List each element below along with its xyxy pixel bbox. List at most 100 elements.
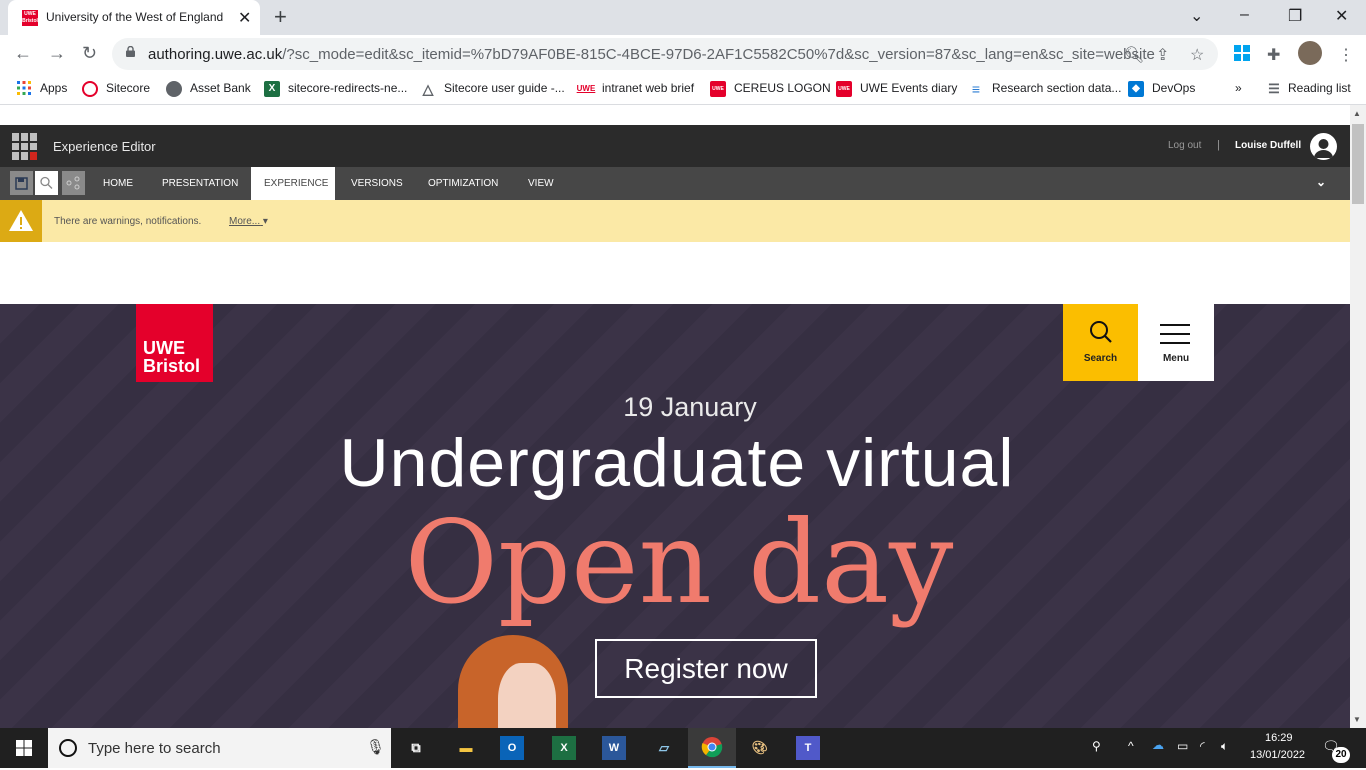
warning-text: There are warnings, notifications. — [54, 216, 202, 227]
taskbar-search-box[interactable]: Type here to search 🎙︎ — [48, 728, 391, 768]
back-icon[interactable]: ← — [14, 43, 32, 64]
chevron-down-icon[interactable]: ⌄ — [1316, 175, 1326, 189]
bookmark-label: Sitecore user guide -... — [444, 81, 565, 96]
bookmark-label: intranet web brief — [602, 81, 695, 96]
teams-icon[interactable]: T — [796, 736, 820, 760]
bookmark-sitecore-redirects[interactable]: Xsitecore-redirects-ne... — [264, 81, 407, 97]
more-link[interactable]: More... ▾ — [229, 216, 268, 227]
open-day-title: Open day — [404, 496, 954, 629]
tab-presentation[interactable]: PRESENTATION — [149, 167, 251, 200]
uwe-favicon-icon: UWE Bristol — [22, 10, 38, 26]
bookmark-sitecore-user-guide[interactable]: △ Sitecore user guide -... — [420, 81, 565, 97]
reload-icon[interactable]: ↻ — [82, 43, 97, 64]
restore-button[interactable]: ❐ — [1288, 6, 1302, 26]
logo-line-1: UWE — [143, 338, 185, 358]
save-icon[interactable] — [10, 171, 33, 195]
scroll-down-icon[interactable]: ▼ — [1353, 715, 1361, 724]
reading-list-button[interactable]: ☰ Reading list — [1266, 81, 1351, 97]
bookmark-uwe-events-diary[interactable]: UWE UWE Events diary — [836, 81, 957, 97]
tab-view[interactable]: VIEW — [515, 167, 567, 200]
uwe-bristol-logo[interactable]: UWE Bristol — [136, 304, 213, 382]
address-bar[interactable]: authoring.uwe.ac.uk/?sc_mode=edit&sc_ite… — [112, 38, 1218, 70]
bookmarks-bar: Apps Sitecore Asset Bank Xsitecore-redir… — [0, 73, 1366, 105]
search-label: Search — [1083, 353, 1118, 364]
bookmark-cereus-logon[interactable]: UWE CEREUS LOGON — [710, 81, 831, 97]
bookmark-sitecore[interactable]: Sitecore — [82, 81, 150, 97]
scroll-up-icon[interactable]: ▲ — [1353, 109, 1361, 118]
windows-logo-icon — [16, 740, 32, 756]
browser-tab[interactable]: UWE Bristol University of the West of Eng… — [8, 0, 260, 35]
tab-home[interactable]: HOME — [90, 167, 146, 200]
tab-versions[interactable]: VERSIONS — [338, 167, 416, 200]
notepad-icon[interactable]: ▱ — [648, 732, 680, 764]
forward-icon[interactable]: → — [48, 43, 66, 64]
paint-icon[interactable]: 🎨︎ — [744, 732, 776, 764]
globe-icon — [166, 81, 182, 97]
uwe-icon: UWE — [576, 84, 596, 93]
log-out-link[interactable]: Log out — [1168, 140, 1201, 151]
uwe-bristol-icon: UWE — [710, 81, 726, 97]
onedrive-icon[interactable]: ☁ — [1152, 738, 1164, 752]
bookmark-intranet-web-brief[interactable]: UWE intranet web brief — [576, 81, 694, 97]
windows-taskbar: Type here to search 🎙︎ ⧉ ▬ O X W ▱ 🎨︎ T … — [0, 728, 1366, 768]
bookmark-label: Apps — [40, 81, 68, 96]
search-icon[interactable] — [35, 171, 58, 195]
chevron-up-icon[interactable]: ^ — [1128, 739, 1134, 753]
clock-time[interactable]: 16:29 — [1265, 732, 1293, 744]
azure-devops-icon: ◆ — [1128, 81, 1144, 97]
people-icon[interactable]: ⚲ — [1092, 739, 1101, 753]
new-tab-button[interactable]: + — [274, 4, 287, 30]
word-icon[interactable]: W — [602, 736, 626, 760]
outlook-icon[interactable]: O — [500, 736, 524, 760]
file-explorer-icon[interactable]: ▬ — [450, 732, 482, 764]
warning-icon — [0, 200, 42, 242]
bookmark-devops[interactable]: ◆ DevOps — [1128, 81, 1195, 97]
clock-date[interactable]: 13/01/2022 — [1250, 749, 1305, 761]
taskbar-search-placeholder: Type here to search — [88, 740, 221, 757]
windows-extension-icon[interactable] — [1234, 45, 1250, 66]
chrome-menu-icon[interactable]: ⋮ — [1338, 45, 1354, 65]
scrollbar-thumb[interactable] — [1352, 124, 1364, 204]
excel-icon: X — [264, 81, 280, 97]
hamburger-icon — [1160, 324, 1190, 344]
tab-experience[interactable]: EXPERIENCE — [251, 167, 335, 200]
headline: Undergraduate virtual — [339, 425, 1015, 501]
close-tab-icon[interactable]: ✕ — [238, 8, 251, 28]
minimize-button[interactable]: – — [1240, 6, 1249, 24]
share-icon[interactable]: ⇪ — [1156, 45, 1169, 65]
user-avatar-icon[interactable] — [1310, 133, 1337, 160]
apps-grid-icon — [16, 81, 32, 97]
site-menu-button[interactable]: Menu — [1138, 304, 1214, 381]
bookmark-asset-bank[interactable]: Asset Bank — [166, 81, 251, 97]
bookmark-label: DevOps — [1152, 81, 1196, 96]
navigation-tree-icon[interactable] — [62, 171, 85, 195]
tab-search-icon[interactable]: ⌄ — [1190, 6, 1203, 26]
zoom-icon[interactable]: 🔍︎ — [1124, 45, 1144, 65]
volume-icon[interactable]: 🔈︎ — [1221, 739, 1228, 754]
bookmark-star-icon[interactable]: ☆ — [1190, 45, 1204, 65]
task-view-icon[interactable]: ⧉ — [400, 732, 432, 764]
app-launcher-icon[interactable] — [12, 133, 39, 160]
close-window-button[interactable]: ✕ — [1335, 6, 1348, 26]
start-button[interactable] — [0, 728, 48, 768]
more-bookmarks-button[interactable]: » — [1235, 81, 1242, 95]
site-search-button[interactable]: Search — [1063, 304, 1138, 381]
bookmark-label: UWE Events diary — [860, 81, 958, 96]
excel-icon[interactable]: X — [552, 736, 576, 760]
sitecore-header: Experience Editor Log out | Louise Duffe… — [0, 125, 1350, 167]
search-circle-icon — [59, 739, 77, 757]
tab-optimization[interactable]: OPTIMIZATION — [415, 167, 511, 200]
bookmark-research-section[interactable]: ≡ Research section data... — [968, 81, 1122, 97]
page-scrollbar[interactable]: ▲ ▼ — [1350, 105, 1366, 728]
bookmark-apps[interactable]: Apps — [16, 81, 67, 97]
extensions-puzzle-icon[interactable]: ✚ — [1267, 45, 1280, 65]
register-now-button[interactable]: Register now — [595, 639, 817, 698]
battery-icon[interactable]: ▭ — [1177, 739, 1188, 753]
sitecore-icon — [82, 81, 98, 97]
tab-strip: UWE Bristol University of the West of Eng… — [0, 0, 1366, 35]
profile-avatar[interactable] — [1298, 41, 1322, 65]
header-separator: | — [1217, 139, 1220, 151]
wifi-icon[interactable]: ◜ — [1200, 739, 1205, 753]
chrome-taskbar-icon[interactable] — [688, 728, 736, 768]
microphone-icon[interactable]: 🎙︎ — [366, 738, 385, 756]
